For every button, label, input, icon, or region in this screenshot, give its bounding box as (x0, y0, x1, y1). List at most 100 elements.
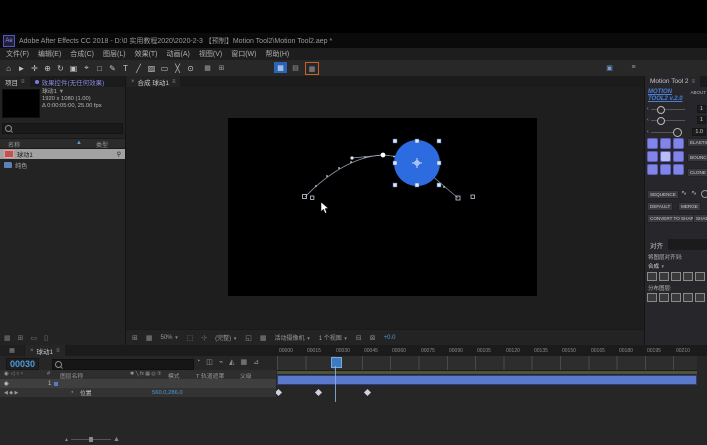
menu-file[interactable]: 文件(F) (6, 49, 29, 59)
zoom-in-mountain-icon[interactable]: ▲ (113, 436, 120, 443)
view-option-icon[interactable]: ▦ (202, 62, 213, 73)
layer-duration-bar[interactable] (277, 375, 697, 385)
shape-tool-icon[interactable]: □ (95, 62, 104, 74)
slider-arrow-icon[interactable]: ‹ (647, 106, 649, 112)
delete-icon[interactable]: ▯ (44, 334, 48, 342)
8bpc-icon[interactable]: ▦ (4, 334, 11, 342)
anchor-cell[interactable] (673, 138, 684, 149)
sequence-button[interactable]: SEQUENCE (647, 190, 679, 199)
slider-knob[interactable] (672, 127, 682, 137)
motion-tool-brand-link[interactable]: MOTION TOOL2 v.2.0 (648, 89, 683, 103)
keyframe-icon[interactable] (274, 388, 283, 397)
timeline-zoom-slider[interactable]: ▲ ▲ (64, 436, 120, 443)
merge-button[interactable]: MERGE (678, 202, 701, 211)
anchor-cell[interactable] (660, 164, 671, 175)
timeline-stub-tab[interactable]: ▦ (0, 345, 24, 356)
zoom-track[interactable] (70, 437, 111, 442)
motion-blur-icon[interactable]: ▦ (240, 358, 247, 366)
anchor-cell[interactable] (673, 151, 684, 162)
menu-layer[interactable]: 图层(L) (103, 49, 126, 59)
transparency-grid-icon[interactable]: ▦ (260, 334, 267, 342)
shadow-button[interactable]: SHADOW (693, 214, 707, 223)
region-of-interest-icon[interactable]: ◱ (245, 334, 252, 342)
active-mode-icon[interactable]: ▦ (274, 62, 287, 73)
grid-guides-icon[interactable]: ⬚ (187, 334, 194, 342)
slider-arrow-icon[interactable]: ‹ (647, 117, 649, 123)
stopwatch-icon[interactable]: ◔ (70, 390, 74, 396)
type-tool-icon[interactable]: T (121, 62, 130, 74)
timeline-search-field[interactable] (52, 359, 194, 370)
hand-tool-icon[interactable]: ✛ (30, 62, 39, 74)
eraser-tool-icon[interactable]: ▭ (160, 62, 169, 74)
graph-editor-icon[interactable]: ⊿ (253, 358, 259, 366)
pixel-aspect-icon[interactable]: ⊟ (356, 334, 362, 342)
slider-knob[interactable] (656, 105, 665, 114)
about-button[interactable]: ABOUT (690, 90, 706, 95)
property-row-position[interactable]: ◀ ◆ ▶ ◔ 位置 560.0,286.0 (0, 388, 276, 397)
tab-align[interactable]: 对齐 (645, 239, 668, 250)
distribute-top-icon[interactable] (647, 293, 657, 302)
project-row-comp[interactable]: 球动1 ⚲ (0, 149, 125, 159)
slider-knob[interactable] (656, 116, 665, 125)
view-layout-select[interactable]: 1 个视图 ▼ (319, 333, 348, 342)
label-color-swatch[interactable] (54, 382, 58, 386)
zoom-level[interactable]: 50% ▼ (161, 335, 179, 341)
menu-effect[interactable]: 效果(T) (135, 49, 158, 59)
clone-button[interactable]: CLONE (687, 168, 707, 177)
exposure-value[interactable]: +0.0 (384, 335, 396, 341)
bounce-button[interactable]: BOUNCE (687, 153, 707, 162)
panel-menu-icon[interactable]: ≡ (56, 348, 60, 354)
sort-arrow-icon[interactable]: ▲ (76, 140, 82, 146)
hide-shy-icon[interactable]: ⌁ (219, 358, 223, 366)
selection-tool-icon[interactable]: ► (17, 62, 26, 74)
distribute-center-v-icon[interactable] (659, 293, 669, 302)
slider-track[interactable] (650, 127, 682, 137)
fast-preview-icon[interactable]: ⊠ (370, 334, 376, 342)
playhead-marker[interactable] (331, 357, 342, 368)
draft-3d-icon[interactable]: ◫ (206, 358, 213, 366)
frame-blending-icon[interactable]: ◭ (229, 358, 234, 366)
menu-help[interactable]: 帮助(H) (266, 49, 290, 59)
align-to-select[interactable]: 合成 ▼ (648, 262, 665, 270)
new-comp-icon[interactable]: ▭ (31, 334, 38, 342)
align-right-icon[interactable] (671, 272, 681, 281)
resolution-select[interactable]: (完整) ▼ (215, 333, 237, 342)
menu-composition[interactable]: 合成(C) (70, 49, 94, 59)
tab-timeline-comp[interactable]: × 球动1 ≡ (25, 345, 65, 356)
anchor-cell[interactable] (673, 164, 684, 175)
distribute-center-h-icon[interactable] (695, 293, 705, 302)
align-center-v-icon[interactable] (695, 272, 705, 281)
comp-viewer[interactable] (228, 118, 537, 296)
panel-menu-icon[interactable]: ≡ (21, 79, 25, 85)
mask-mode-icon[interactable]: ▤ (290, 62, 301, 73)
property-value[interactable]: 560.0,286.0 (152, 390, 183, 396)
camera-tool-icon[interactable]: ▣ (69, 62, 78, 74)
align-left-icon[interactable] (647, 272, 657, 281)
project-row-solids[interactable]: 纯色 (0, 160, 125, 170)
tab-effect-controls[interactable]: 效果控件(无任何效果) (29, 76, 110, 87)
menu-animation[interactable]: 动画(A) (167, 49, 190, 59)
pen-tool-icon[interactable]: ✎ (108, 62, 117, 74)
brush-tool-icon[interactable]: ╱ (134, 62, 143, 74)
snap-option-icon[interactable]: ⊞ (216, 62, 227, 73)
menu-window[interactable]: 窗口(W) (231, 49, 256, 59)
anchor-cell-center[interactable] (660, 151, 671, 162)
anchor-cell[interactable] (647, 138, 658, 149)
comp-mini-flowchart-icon[interactable]: ◔ (196, 358, 200, 366)
project-search-field[interactable] (2, 123, 123, 134)
column-type[interactable]: 类型 (96, 140, 108, 149)
slider-track[interactable] (650, 105, 685, 114)
keyframe-icon[interactable] (314, 388, 323, 397)
layer-row[interactable]: ◉ 1 (0, 379, 276, 388)
keyframe-nav-icons[interactable]: ◀ ◆ ▶ (4, 390, 18, 396)
orbit-camera-tool-icon[interactable]: ↻ (56, 62, 65, 74)
zoom-knob[interactable] (88, 437, 93, 442)
default-button[interactable]: DEFAULT (647, 202, 674, 211)
new-folder-icon[interactable]: ⊞ (18, 334, 24, 342)
slider-3-value[interactable]: 1.0 (692, 128, 706, 136)
column-name[interactable]: 名称 (8, 140, 20, 149)
menu-edit[interactable]: 编辑(E) (38, 49, 61, 59)
zoom-tool-icon[interactable]: ⊕ (43, 62, 52, 74)
anchor-cell[interactable] (660, 138, 671, 149)
slider-1-value[interactable]: 1 (696, 105, 706, 113)
